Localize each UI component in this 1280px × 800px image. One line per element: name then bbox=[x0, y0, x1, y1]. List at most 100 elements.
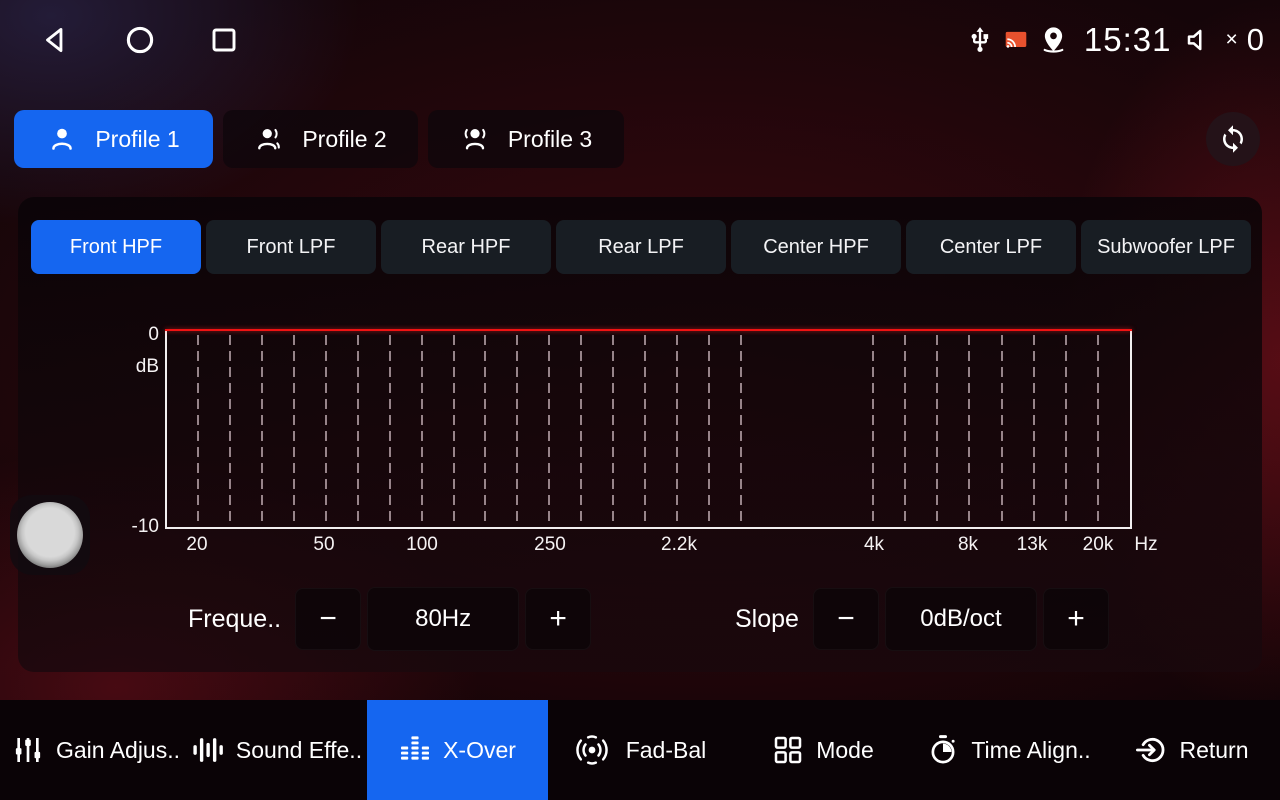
tab-profile-1[interactable]: Profile 1 bbox=[14, 110, 213, 168]
gridline bbox=[740, 335, 742, 525]
person-variant2-icon bbox=[460, 124, 490, 154]
bottom-nav-item-fad-bal[interactable]: Fad-Bal bbox=[562, 700, 714, 800]
gridline bbox=[325, 335, 327, 525]
gridline bbox=[516, 335, 518, 525]
gridline bbox=[872, 335, 874, 525]
status-icons-cluster: 15:31 × 0 bbox=[966, 14, 1264, 66]
profile-tab-label: Profile 1 bbox=[95, 126, 179, 153]
slope-label: Slope bbox=[735, 605, 799, 634]
bottom-nav-item-return[interactable]: Return bbox=[1124, 700, 1260, 800]
frequency-control: Freque.. − 80Hz + bbox=[188, 588, 591, 650]
knob-circle bbox=[17, 502, 83, 568]
bottom-nav-label: X-Over bbox=[443, 737, 516, 764]
android-home-button[interactable] bbox=[118, 18, 162, 62]
slope-value: 0dB/oct bbox=[885, 587, 1037, 651]
tab-subwoofer-lpf[interactable]: Subwoofer LPF bbox=[1081, 220, 1251, 274]
gridline bbox=[644, 335, 646, 525]
y-axis-tick-minus10: -10 bbox=[119, 516, 159, 538]
x-axis-tick-label: 8k bbox=[958, 534, 978, 556]
frequency-minus-button[interactable]: − bbox=[295, 588, 361, 650]
volume-muted-icon bbox=[1184, 25, 1214, 55]
slope-minus-button[interactable]: − bbox=[813, 588, 879, 650]
gridline bbox=[708, 335, 710, 525]
slope-plus-button[interactable]: + bbox=[1043, 588, 1109, 650]
gridline bbox=[968, 335, 970, 525]
status-bar: 15:31 × 0 bbox=[0, 0, 1280, 80]
slope-control: Slope − 0dB/oct + bbox=[735, 588, 1109, 650]
bottom-nav-item-time-align[interactable]: Time Align.. bbox=[914, 700, 1104, 800]
bottom-nav-item-xover[interactable]: X-Over bbox=[367, 700, 548, 800]
chart-gridlines bbox=[167, 335, 1130, 525]
floating-knob-overlay[interactable] bbox=[10, 495, 90, 575]
x-axis-tick-label: 4k bbox=[864, 534, 884, 556]
cast-icon bbox=[1003, 27, 1029, 53]
tab-front-lpf[interactable]: Front LPF bbox=[206, 220, 376, 274]
bottom-nav-label: Fad-Bal bbox=[626, 737, 707, 764]
bottom-nav-item-gain-adjust[interactable]: Gain Adjus.. bbox=[6, 700, 186, 800]
tab-front-hpf[interactable]: Front HPF bbox=[31, 220, 201, 274]
fader-balance-icon bbox=[570, 732, 614, 768]
x-axis-tick-label: 100 bbox=[406, 534, 438, 556]
frequency-value: 80Hz bbox=[367, 587, 519, 651]
android-back-button[interactable] bbox=[34, 18, 78, 62]
gridline bbox=[1033, 335, 1035, 525]
x-axis-tick-label: 2.2k bbox=[661, 534, 697, 556]
y-axis-unit-label: dB bbox=[123, 356, 159, 378]
recents-square-icon bbox=[208, 24, 240, 56]
gridline bbox=[676, 335, 678, 525]
gridline bbox=[1097, 335, 1099, 525]
gridline bbox=[1001, 335, 1003, 525]
chart-x-ticks: 20501002502.2k4k8k13k20kHz bbox=[167, 527, 1207, 561]
volume-level: 0 bbox=[1247, 22, 1264, 58]
filter-tabs: Front HPF Front LPF Rear HPF Rear LPF Ce… bbox=[31, 220, 1251, 274]
profile-tabs: Profile 1 Profile 2 Profile 3 bbox=[14, 110, 624, 168]
x-axis-tick-label: 13k bbox=[1017, 534, 1048, 556]
tab-profile-3[interactable]: Profile 3 bbox=[428, 110, 624, 168]
person-variant-icon bbox=[254, 124, 284, 154]
tab-center-lpf[interactable]: Center LPF bbox=[906, 220, 1076, 274]
tab-rear-lpf[interactable]: Rear LPF bbox=[556, 220, 726, 274]
gridline bbox=[197, 335, 199, 525]
android-recents-button[interactable] bbox=[202, 18, 246, 62]
frequency-plus-button[interactable]: + bbox=[525, 588, 591, 650]
bottom-nav-item-mode[interactable]: Mode bbox=[758, 700, 888, 800]
gridline bbox=[357, 335, 359, 525]
xover-panel: Front HPF Front LPF Rear HPF Rear LPF Ce… bbox=[18, 197, 1262, 672]
gridline bbox=[484, 335, 486, 525]
x-axis-unit-label: Hz bbox=[1134, 534, 1157, 556]
bottom-nav-item-sound-effects[interactable]: Sound Effe.. bbox=[186, 700, 366, 800]
x-axis-tick-label: 20k bbox=[1083, 534, 1114, 556]
location-icon bbox=[1038, 25, 1069, 56]
tab-rear-hpf[interactable]: Rear HPF bbox=[381, 220, 551, 274]
bottom-nav-label: Gain Adjus.. bbox=[56, 737, 180, 764]
person-icon bbox=[47, 124, 77, 154]
gridline bbox=[612, 335, 614, 525]
gridline bbox=[548, 335, 550, 525]
gridline bbox=[261, 335, 263, 525]
bottom-nav-label: Time Align.. bbox=[971, 737, 1090, 764]
bottom-nav-label: Return bbox=[1179, 737, 1248, 764]
back-triangle-icon bbox=[39, 23, 73, 57]
response-curve bbox=[165, 329, 1132, 331]
sync-refresh-icon bbox=[1218, 124, 1248, 154]
sound-wave-icon bbox=[190, 733, 224, 767]
gridline bbox=[421, 335, 423, 525]
gridline bbox=[580, 335, 582, 525]
sync-profiles-button[interactable] bbox=[1206, 112, 1260, 166]
car-audio-xover-screen: { "status_bar": { "time": "15:31", "volu… bbox=[0, 0, 1280, 800]
x-axis-tick-label: 250 bbox=[534, 534, 566, 556]
bottom-nav-label: Mode bbox=[816, 737, 874, 764]
gridline bbox=[293, 335, 295, 525]
frequency-label: Freque.. bbox=[188, 605, 281, 634]
x-axis-tick-label: 20 bbox=[186, 534, 207, 556]
return-arrow-icon bbox=[1135, 734, 1167, 766]
home-circle-icon bbox=[123, 23, 157, 57]
equalizer-icon bbox=[399, 734, 431, 766]
usb-icon bbox=[966, 26, 994, 54]
bottom-nav-label: Sound Effe.. bbox=[236, 737, 362, 764]
gridline bbox=[389, 335, 391, 525]
tab-profile-2[interactable]: Profile 2 bbox=[223, 110, 418, 168]
gridline bbox=[453, 335, 455, 525]
gridline bbox=[936, 335, 938, 525]
tab-center-hpf[interactable]: Center HPF bbox=[731, 220, 901, 274]
